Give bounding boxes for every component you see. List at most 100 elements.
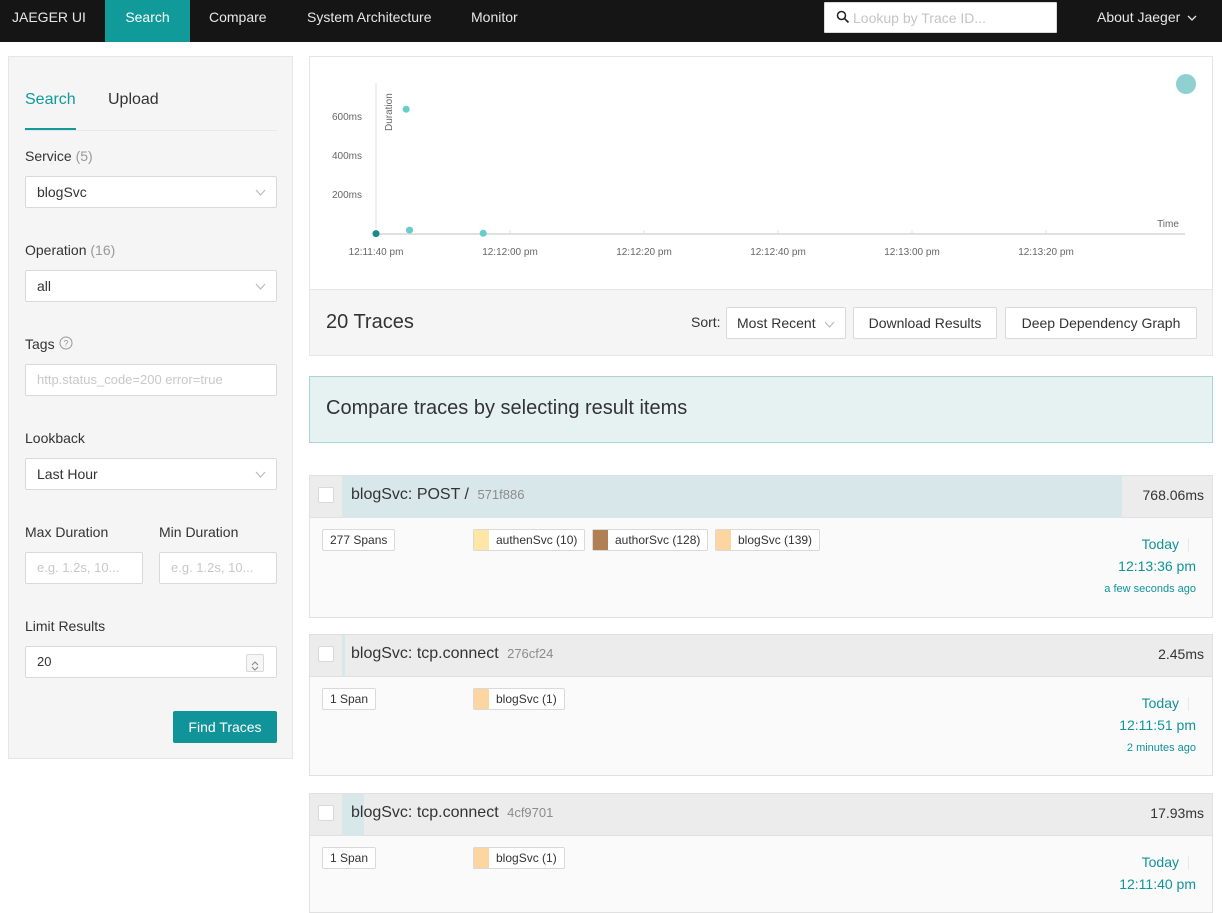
service-select[interactable]: blogSvc <box>25 176 277 208</box>
nav-compare[interactable]: Compare <box>209 0 267 42</box>
trace-date: Today <box>1141 536 1179 552</box>
trace-point <box>479 229 487 237</box>
trace-item[interactable]: blogSvc: tcp.connect 276cf24 2.45ms 1 Sp… <box>309 634 1213 776</box>
about-label: About Jaeger <box>1097 9 1181 25</box>
tab-search[interactable]: Search <box>25 91 76 109</box>
stepper-arrows-icon <box>251 661 259 671</box>
sort-select[interactable]: Most Recent <box>726 307 846 339</box>
span-count: 277 Spans <box>322 529 396 551</box>
limit-results-label: Limit Results <box>25 618 106 634</box>
search-icon <box>836 10 850 24</box>
svg-text:?: ? <box>63 339 68 349</box>
deep-dependency-graph-button[interactable]: Deep Dependency Graph <box>1005 307 1197 339</box>
compare-banner: Compare traces by selecting result items <box>309 376 1213 443</box>
trace-name: blogSvc: tcp.connect <box>351 804 499 821</box>
service-color-swatch <box>593 530 608 550</box>
trace-date: Today <box>1141 854 1179 870</box>
service-tag-label: blogSvc (1) <box>496 692 557 706</box>
download-results-button[interactable]: Download Results <box>853 307 997 339</box>
chevron-down-icon <box>255 283 266 290</box>
trace-item[interactable]: blogSvc: tcp.connect 4cf9701 17.93ms 1 S… <box>309 793 1213 913</box>
x-tick-label: 12:12:40 pm <box>750 247 806 258</box>
span-count: 1 Span <box>322 688 377 710</box>
trace-point <box>406 226 413 234</box>
chevron-down-icon <box>824 321 835 328</box>
compare-banner-text: Compare traces by selecting result items <box>326 397 688 419</box>
service-color-swatch <box>716 530 731 550</box>
brand-logo[interactable]: JAEGER UI <box>12 0 86 42</box>
results-header: 20 Traces Sort: Most Recent Download Res… <box>309 289 1213 356</box>
limit-results-input[interactable]: 20 <box>25 646 277 678</box>
date-divider <box>1188 538 1189 552</box>
trace-item[interactable]: blogSvc: POST / 571f886 768.06ms 277 Spa… <box>309 475 1213 618</box>
tags-label: Tags <box>25 336 55 352</box>
service-tag: blogSvc (1) <box>473 688 565 710</box>
y-axis-label: Duration <box>384 93 395 131</box>
service-value: blogSvc <box>37 184 87 200</box>
service-color-swatch <box>474 689 489 709</box>
scatter-chart: 200ms 400ms 600ms 12:11:40 pm 12:12:00 pm 12… <box>332 74 1196 258</box>
max-duration-input[interactable]: e.g. 1.2s, 10... <box>25 552 143 584</box>
operation-label: Operation (16) <box>25 242 115 258</box>
trace-select-checkbox[interactable] <box>318 646 334 662</box>
tab-divider <box>25 130 277 131</box>
x-tick-label: 12:12:20 pm <box>616 247 672 258</box>
find-traces-button[interactable]: Find Traces <box>173 711 277 743</box>
span-count: 1 Span <box>322 847 377 869</box>
service-tag: blogSvc (1) <box>473 847 565 869</box>
number-stepper[interactable] <box>246 654 264 672</box>
trace-title: blogSvc: POST / 571f886 <box>351 486 524 504</box>
operation-count: (16) <box>90 242 116 258</box>
trace-id-lookup[interactable] <box>824 2 1057 33</box>
lookback-value: Last Hour <box>37 466 98 482</box>
trace-date: Today <box>1141 695 1179 711</box>
tags-input[interactable]: http.status_code=200 error=true <box>25 364 277 396</box>
chevron-down-icon <box>1187 15 1197 22</box>
service-label-text: Service <box>25 148 72 164</box>
trace-time: 12:11:40 pm <box>1119 876 1196 892</box>
date-divider <box>1188 856 1189 870</box>
top-nav: JAEGER UI Search Compare System Architec… <box>0 0 1222 42</box>
trace-point <box>402 105 410 113</box>
operation-select[interactable]: all <box>25 270 277 302</box>
trace-id-input[interactable] <box>853 3 1053 32</box>
nav-system-architecture[interactable]: System Architecture <box>307 0 432 42</box>
y-tick-label: 600ms <box>332 112 362 123</box>
nav-monitor[interactable]: Monitor <box>471 0 518 42</box>
service-count: (5) <box>75 148 93 164</box>
y-tick-label: 200ms <box>332 190 362 201</box>
service-color-swatch <box>474 848 489 868</box>
min-duration-input[interactable]: e.g. 1.2s, 10... <box>159 552 277 584</box>
trace-header[interactable]: blogSvc: tcp.connect 4cf9701 17.93ms <box>310 794 1212 836</box>
trace-id: 4cf9701 <box>507 805 554 820</box>
trace-relative-time: 2 minutes ago <box>1126 742 1196 754</box>
about-menu[interactable]: About Jaeger <box>1097 0 1197 42</box>
service-tag-label: blogSvc (139) <box>738 533 813 547</box>
trace-select-checkbox[interactable] <box>318 805 334 821</box>
sort-label: Sort: <box>691 314 721 330</box>
chevron-down-icon <box>255 471 266 478</box>
trace-duration: 768.06ms <box>1142 487 1204 503</box>
trace-id: 276cf24 <box>507 646 554 661</box>
trace-scatter-plot: 200ms 400ms 600ms 12:11:40 pm 12:12:00 pm 12… <box>309 56 1213 290</box>
service-tag: authorSvc (128) <box>592 529 709 551</box>
x-tick-label: 12:11:40 pm <box>349 247 404 258</box>
help-icon[interactable]: ? <box>59 336 73 350</box>
x-tick-label: 12:13:20 pm <box>1018 247 1074 258</box>
trace-header[interactable]: blogSvc: POST / 571f886 768.06ms <box>310 476 1212 518</box>
service-tag: authenSvc (10) <box>473 529 586 551</box>
results-count: 20 Traces <box>326 311 414 333</box>
trace-select-checkbox[interactable] <box>318 487 334 503</box>
limit-results-value: 20 <box>37 654 52 669</box>
service-tag-label: authenSvc (10) <box>496 533 578 547</box>
lookback-select[interactable]: Last Hour <box>25 458 277 490</box>
trace-duration: 17.93ms <box>1150 805 1204 821</box>
tab-upload[interactable]: Upload <box>108 91 159 109</box>
x-axis-label: Time <box>1157 219 1179 230</box>
trace-duration-bar <box>342 635 345 677</box>
trace-time: 12:13:36 pm <box>1118 558 1196 574</box>
trace-relative-time: a few seconds ago <box>1104 583 1196 595</box>
trace-header[interactable]: blogSvc: tcp.connect 276cf24 2.45ms <box>310 635 1212 677</box>
service-color-swatch <box>474 530 489 550</box>
nav-search[interactable]: Search <box>105 0 190 42</box>
